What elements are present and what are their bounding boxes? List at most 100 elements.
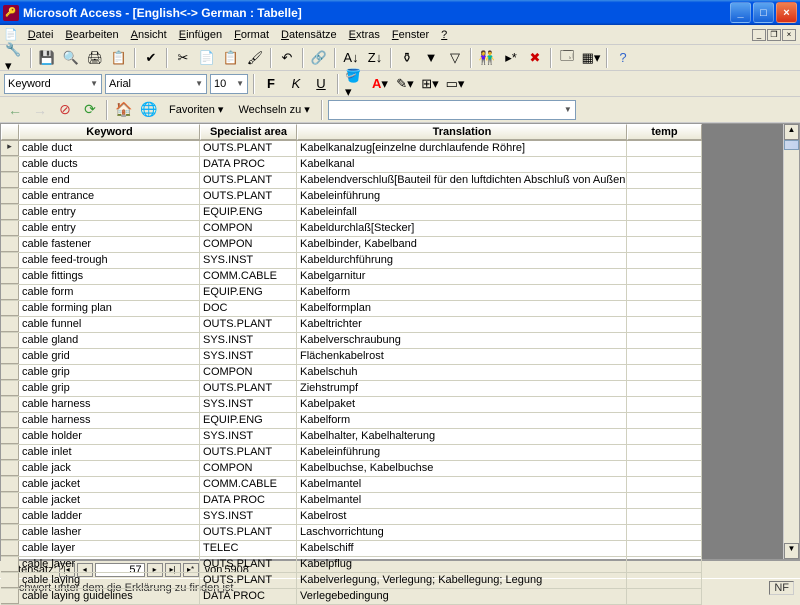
cell-keyword[interactable]: cable harness — [19, 413, 200, 428]
table-row[interactable]: cable forming planDOCKabelformplan — [1, 301, 702, 317]
underline-button[interactable]: U — [310, 73, 332, 95]
table-row[interactable]: cable layerTELECKabelschiff — [1, 541, 702, 557]
maximize-button[interactable]: □ — [753, 2, 774, 23]
cell-keyword[interactable]: cable forming plan — [19, 301, 200, 316]
cell-translation[interactable]: Kabeltrichter — [297, 317, 627, 332]
mdi-close-button[interactable]: × — [782, 29, 796, 41]
db-window-button[interactable]: 🗔 — [556, 47, 578, 69]
copy-button[interactable]: 📄 — [196, 47, 218, 69]
cell-translation[interactable]: Kabelendverschluß[Bauteil für den luftdi… — [297, 173, 627, 188]
cell-translation[interactable]: Kabelverschraubung — [297, 333, 627, 348]
cell-temp[interactable] — [627, 445, 702, 460]
cell-temp[interactable] — [627, 301, 702, 316]
cell-keyword[interactable]: cable funnel — [19, 317, 200, 332]
cell-keyword[interactable]: cable duct — [19, 141, 200, 156]
filter-form-button[interactable]: ▼ — [420, 47, 442, 69]
cell-translation[interactable]: Kabelschuh — [297, 365, 627, 380]
stop-button[interactable]: ⊘ — [54, 99, 76, 121]
cell-temp[interactable] — [627, 509, 702, 524]
cell-specialist[interactable]: OUTS.PLANT — [200, 381, 297, 396]
cell-temp[interactable] — [627, 397, 702, 412]
cell-specialist[interactable]: SYS.INST — [200, 253, 297, 268]
row-selector[interactable] — [1, 525, 19, 540]
gridlines-button[interactable]: ⊞▾ — [419, 73, 441, 95]
cell-keyword[interactable]: cable laying — [19, 573, 200, 588]
row-selector[interactable] — [1, 205, 19, 220]
row-selector[interactable] — [1, 253, 19, 268]
table-row[interactable]: cable ladderSYS.INSTKabelrost — [1, 509, 702, 525]
row-selector[interactable] — [1, 301, 19, 316]
bold-button[interactable]: F — [260, 73, 282, 95]
cell-temp[interactable] — [627, 461, 702, 476]
cell-specialist[interactable]: COMM.CABLE — [200, 477, 297, 492]
cell-translation[interactable]: Kabeleinführung — [297, 189, 627, 204]
cell-translation[interactable]: Kabelbuchse, Kabelbuchse — [297, 461, 627, 476]
cell-specialist[interactable]: COMPON — [200, 365, 297, 380]
cell-keyword[interactable]: cable grip — [19, 381, 200, 396]
row-selector[interactable]: ▸ — [1, 141, 19, 156]
cell-specialist[interactable]: EQUIP.ENG — [200, 285, 297, 300]
cell-temp[interactable] — [627, 333, 702, 348]
table-row[interactable]: cable layerOUTS.PLANTKabelpflug — [1, 557, 702, 573]
cell-translation[interactable]: Kabelbinder, Kabelband — [297, 237, 627, 252]
new-record-button[interactable]: ▸* — [500, 47, 522, 69]
cell-keyword[interactable]: cable grid — [19, 349, 200, 364]
font-selector[interactable]: Arial▼ — [105, 74, 207, 94]
cell-translation[interactable]: Kabelpflug — [297, 557, 627, 572]
menu-item-format[interactable]: Format — [228, 27, 275, 43]
row-selector[interactable] — [1, 173, 19, 188]
home-button[interactable]: 🏠 — [113, 99, 135, 121]
spell-button[interactable]: ✔ — [140, 47, 162, 69]
refresh-button[interactable]: ⟳ — [79, 99, 101, 121]
line-color-button[interactable]: ✎▾ — [394, 73, 416, 95]
cell-translation[interactable]: Kabelpaket — [297, 397, 627, 412]
menu-item-datei[interactable]: Datei — [22, 27, 60, 43]
cell-specialist[interactable]: EQUIP.ENG — [200, 205, 297, 220]
cell-specialist[interactable]: OUTS.PLANT — [200, 173, 297, 188]
menu-item-ansicht[interactable]: Ansicht — [125, 27, 173, 43]
cell-temp[interactable] — [627, 269, 702, 284]
cell-translation[interactable]: Kabelverlegung, Verlegung; Kabellegung; … — [297, 573, 627, 588]
cell-keyword[interactable]: cable fastener — [19, 237, 200, 252]
row-selector[interactable] — [1, 317, 19, 332]
cell-specialist[interactable]: COMPON — [200, 237, 297, 252]
cell-translation[interactable]: Kabeldurchführung — [297, 253, 627, 268]
row-selector[interactable] — [1, 333, 19, 348]
row-selector[interactable] — [1, 285, 19, 300]
close-button[interactable]: × — [776, 2, 797, 23]
row-selector[interactable] — [1, 413, 19, 428]
table-row[interactable]: cable funnelOUTS.PLANTKabeltrichter — [1, 317, 702, 333]
cell-translation[interactable]: Kabelform — [297, 285, 627, 300]
cell-specialist[interactable]: DATA PROC — [200, 493, 297, 508]
find-button[interactable]: 👫 — [476, 47, 498, 69]
menu-item-[interactable]: ? — [435, 27, 453, 43]
cell-translation[interactable]: Kabelhalter, Kabelhalterung — [297, 429, 627, 444]
fill-color-button[interactable]: 🪣▾ — [344, 73, 366, 95]
table-row[interactable]: cable ductsDATA PROCKabelkanal — [1, 157, 702, 173]
column-header-translation[interactable]: Translation — [297, 124, 627, 140]
cell-translation[interactable]: Kabeleinfall — [297, 205, 627, 220]
font-color-button[interactable]: A▾ — [369, 73, 391, 95]
cell-temp[interactable] — [627, 173, 702, 188]
cell-translation[interactable]: Kabelform — [297, 413, 627, 428]
cell-keyword[interactable]: cable harness — [19, 397, 200, 412]
sort-desc-button[interactable]: Z↓ — [364, 47, 386, 69]
cell-keyword[interactable]: cable lasher — [19, 525, 200, 540]
table-row[interactable]: cable fittingsCOMM.CABLEKabelgarnitur — [1, 269, 702, 285]
cell-temp[interactable] — [627, 157, 702, 172]
undo-button[interactable]: ↶ — [276, 47, 298, 69]
table-row[interactable]: cable feed-troughSYS.INSTKabeldurchführu… — [1, 253, 702, 269]
cell-keyword[interactable]: cable feed-trough — [19, 253, 200, 268]
cell-specialist[interactable]: TELEC — [200, 541, 297, 556]
cell-specialist[interactable]: SYS.INST — [200, 333, 297, 348]
cell-temp[interactable] — [627, 573, 702, 588]
cell-temp[interactable] — [627, 381, 702, 396]
table-row[interactable]: cable harnessEQUIP.ENGKabelform — [1, 413, 702, 429]
row-selector[interactable] — [1, 381, 19, 396]
cell-specialist[interactable]: OUTS.PLANT — [200, 573, 297, 588]
row-selector[interactable] — [1, 477, 19, 492]
cell-keyword[interactable]: cable entry — [19, 205, 200, 220]
cell-specialist[interactable]: OUTS.PLANT — [200, 525, 297, 540]
row-selector[interactable] — [1, 397, 19, 412]
cell-specialist[interactable]: COMM.CABLE — [200, 269, 297, 284]
